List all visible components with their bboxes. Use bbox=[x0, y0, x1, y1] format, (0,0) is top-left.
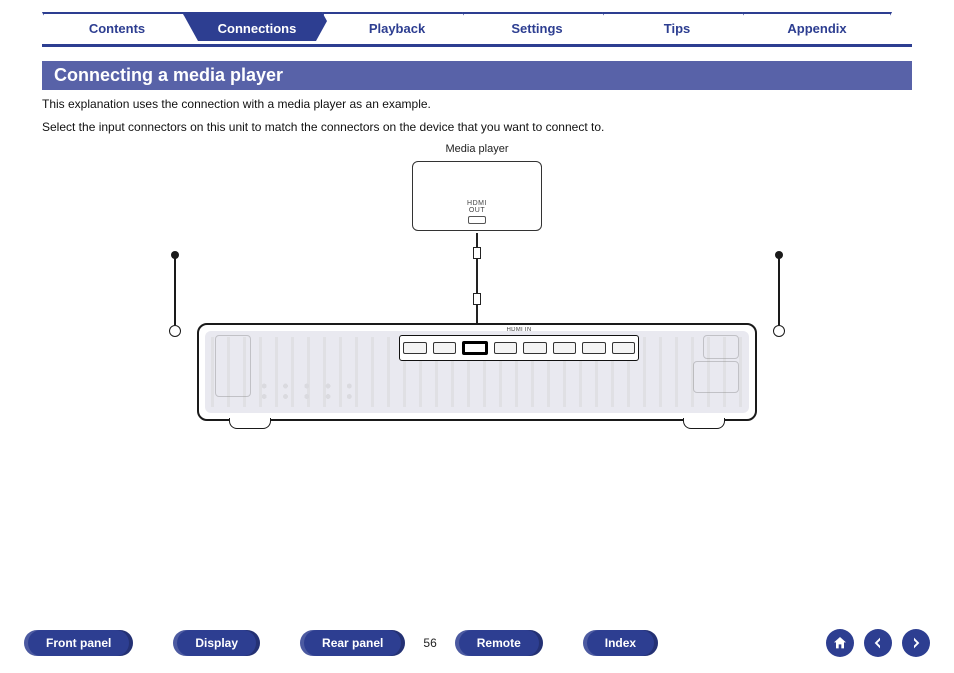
hdmi-port-icon bbox=[582, 342, 606, 354]
ac-in-icon bbox=[693, 361, 739, 393]
section-body-line1: This explanation uses the connection wit… bbox=[42, 96, 912, 113]
hdmi-input-strip: HDMI IN bbox=[399, 335, 639, 361]
front-panel-button[interactable]: Front panel bbox=[24, 630, 133, 656]
hdmi-port-icon bbox=[612, 342, 636, 354]
bottom-nav: Front panel Display Rear panel 56 Remote… bbox=[24, 629, 930, 657]
prev-page-icon[interactable] bbox=[864, 629, 892, 657]
hdmi-port-icon bbox=[433, 342, 457, 354]
hdmi-port-selected-icon bbox=[462, 341, 488, 355]
tab-appendix[interactable]: Appendix bbox=[742, 12, 892, 41]
connection-diagram: Media player HDMI OUT HDMI IN bbox=[117, 143, 837, 463]
section-title: Connecting a media player bbox=[42, 61, 912, 90]
hdmi-out-label-1: HDMI bbox=[467, 200, 487, 207]
antenna-icon bbox=[169, 255, 181, 337]
tab-connections[interactable]: Connections bbox=[182, 12, 332, 41]
rear-panel-button[interactable]: Rear panel bbox=[300, 630, 405, 656]
hdmi-out-label-2: OUT bbox=[469, 207, 485, 214]
hdmi-strip-title: HDMI IN bbox=[400, 327, 638, 333]
hdmi-out-port-icon bbox=[468, 216, 486, 224]
media-player-label: Media player bbox=[446, 143, 509, 155]
hdmi-plug-icon bbox=[473, 293, 481, 305]
section-body-line2: Select the input connectors on this unit… bbox=[42, 119, 912, 136]
receiver-foot-icon bbox=[229, 418, 271, 429]
tab-tips[interactable]: Tips bbox=[602, 12, 752, 41]
page-number: 56 bbox=[423, 636, 436, 650]
hdmi-cable-segment bbox=[476, 259, 478, 293]
manual-page: Contents Connections Playback Settings T… bbox=[0, 0, 954, 673]
hdmi-port-icon bbox=[403, 342, 427, 354]
top-tabs: Contents Connections Playback Settings T… bbox=[42, 12, 912, 47]
hdmi-port-icon bbox=[523, 342, 547, 354]
display-button[interactable]: Display bbox=[173, 630, 260, 656]
rear-panel-aux-block bbox=[215, 335, 251, 397]
hdmi-port-icon bbox=[553, 342, 577, 354]
index-button[interactable]: Index bbox=[583, 630, 658, 656]
tab-settings[interactable]: Settings bbox=[462, 12, 612, 41]
media-player-box: HDMI OUT bbox=[412, 161, 542, 231]
next-page-icon[interactable] bbox=[902, 629, 930, 657]
rear-panel-aux-block bbox=[703, 335, 739, 359]
receiver-rear-panel: HDMI IN bbox=[197, 323, 757, 421]
hdmi-port-icon bbox=[494, 342, 518, 354]
page-nav-icons bbox=[826, 629, 930, 657]
tab-playback[interactable]: Playback bbox=[322, 12, 472, 41]
tab-contents[interactable]: Contents bbox=[42, 12, 192, 41]
remote-button[interactable]: Remote bbox=[455, 630, 543, 656]
home-icon[interactable] bbox=[826, 629, 854, 657]
hdmi-plug-icon bbox=[473, 247, 481, 259]
antenna-icon bbox=[773, 255, 785, 337]
receiver-foot-icon bbox=[683, 418, 725, 429]
hdmi-cable-segment bbox=[476, 233, 478, 247]
